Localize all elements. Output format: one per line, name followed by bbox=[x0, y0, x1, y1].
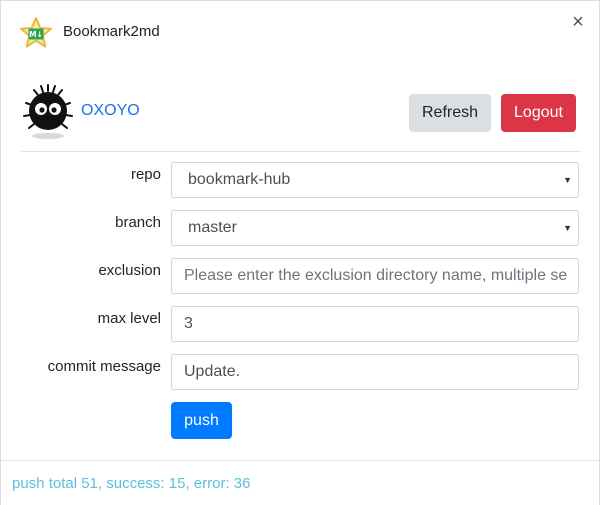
branch-select[interactable]: master ▼ bbox=[171, 210, 579, 246]
star-markdown-icon: M↓ bbox=[20, 17, 52, 48]
app-title: Bookmark2md bbox=[63, 23, 160, 40]
app-icon-text: M↓ bbox=[29, 30, 43, 39]
repo-label: repo bbox=[130, 166, 161, 183]
max-level-value: 3 bbox=[184, 315, 193, 332]
commit-message-row: commit message Update. bbox=[1, 354, 599, 392]
commit-message-input[interactable]: Update. bbox=[171, 354, 579, 390]
exclusion-placeholder: Please enter the exclusion directory nam… bbox=[184, 267, 568, 284]
title-bar: M↓ Bookmark2md × bbox=[1, 1, 599, 63]
max-level-label: max level bbox=[97, 310, 161, 327]
chevron-down-icon: ▼ bbox=[563, 223, 572, 233]
popup-window: M↓ Bookmark2md × OXOYO Refresh Logout re… bbox=[0, 0, 600, 505]
branch-select-value: master bbox=[188, 219, 237, 236]
divider bbox=[21, 151, 581, 152]
push-button[interactable]: push bbox=[171, 402, 232, 439]
username-link[interactable]: OXOYO bbox=[81, 102, 140, 120]
commit-message-value: Update. bbox=[184, 363, 241, 380]
exclusion-input[interactable]: Please enter the exclusion directory nam… bbox=[171, 258, 579, 294]
status-bar: push total 51, success: 15, error: 36 bbox=[1, 460, 599, 505]
max-level-row: max level 3 bbox=[1, 306, 599, 344]
repo-select-value: bookmark-hub bbox=[188, 171, 291, 188]
user-bar: OXOYO Refresh Logout bbox=[19, 81, 581, 143]
commit-message-label: commit message bbox=[47, 358, 161, 375]
refresh-button[interactable]: Refresh bbox=[409, 94, 491, 132]
branch-row: branch master ▼ bbox=[1, 210, 599, 248]
exclusion-row: exclusion Please enter the exclusion dir… bbox=[1, 258, 599, 296]
exclusion-label: exclusion bbox=[98, 262, 161, 279]
repo-row: repo bookmark-hub ▼ bbox=[1, 162, 599, 200]
push-status-text: push total 51, success: 15, error: 36 bbox=[12, 475, 251, 492]
close-icon[interactable]: × bbox=[567, 11, 589, 33]
avatar[interactable] bbox=[19, 81, 77, 141]
logout-button[interactable]: Logout bbox=[501, 94, 576, 132]
max-level-input[interactable]: 3 bbox=[171, 306, 579, 342]
chevron-down-icon: ▼ bbox=[563, 175, 572, 185]
branch-label: branch bbox=[115, 214, 161, 231]
repo-select[interactable]: bookmark-hub ▼ bbox=[171, 162, 579, 198]
